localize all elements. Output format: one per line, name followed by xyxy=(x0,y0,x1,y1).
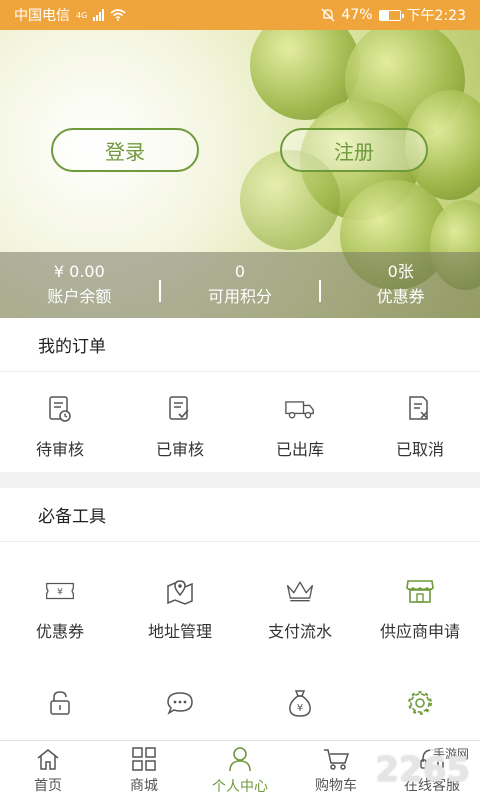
cancelled-icon xyxy=(405,394,435,424)
tool-coupons[interactable]: ¥ 优惠券 xyxy=(0,576,120,642)
tab-profile[interactable]: 个人中心 xyxy=(192,741,288,800)
tab-label: 首页 xyxy=(34,777,62,794)
pending-review-icon xyxy=(45,394,75,424)
clock: 下午2:23 xyxy=(406,8,466,24)
site-watermark: 2265 xyxy=(375,750,470,790)
tool-security[interactable] xyxy=(0,688,120,718)
grid-icon xyxy=(132,746,156,771)
order-status-label: 已审核 xyxy=(155,440,204,459)
coupon-icon: ¥ xyxy=(45,576,75,606)
tool-label: 地址管理 xyxy=(147,622,212,641)
login-button[interactable]: 登录 xyxy=(51,128,199,172)
crown-icon xyxy=(285,576,315,606)
tab-cart[interactable]: 购物车 xyxy=(288,741,384,800)
battery-icon xyxy=(378,9,404,21)
tab-label: 购物车 xyxy=(315,777,357,794)
status-bar: 中国电信 4G 47% 下午2:23 xyxy=(0,0,480,30)
order-pending-review[interactable]: 待审核 xyxy=(0,394,120,460)
tab-label: 商城 xyxy=(130,777,158,794)
coupons-stat[interactable]: 0张 优惠券 xyxy=(321,260,480,310)
tab-mall[interactable]: 商城 xyxy=(96,741,192,800)
tool-wallet[interactable]: ¥ xyxy=(240,688,360,718)
points-value: 0 xyxy=(234,262,246,281)
lock-icon xyxy=(45,688,75,718)
points-stat[interactable]: 0 可用积分 xyxy=(161,260,320,310)
coupons-value: 0张 xyxy=(387,262,414,281)
tab-home[interactable]: 首页 xyxy=(0,741,96,800)
orders-card: 我的订单 待审核 已审核 已出库 已取消 xyxy=(0,318,480,472)
tool-label: 供应商申请 xyxy=(379,622,460,641)
balance-value: ¥ 0.00 xyxy=(53,262,105,281)
svg-text:¥: ¥ xyxy=(57,586,63,597)
order-reviewed[interactable]: 已审核 xyxy=(120,394,240,460)
balance-stat[interactable]: ¥ 0.00 账户余额 xyxy=(0,260,159,310)
shipped-truck-icon xyxy=(285,394,315,424)
svg-text:¥: ¥ xyxy=(297,703,303,714)
gear-icon xyxy=(405,688,435,718)
chat-icon xyxy=(165,688,195,718)
profile-hero-banner: 登录 注册 ¥ 0.00 账户余额 0 可用积分 0张 优惠券 xyxy=(0,30,480,318)
map-pin-icon xyxy=(165,576,195,606)
tools-card: 必备工具 ¥ 优惠券 地址管理 支付流水 供应商申请 ¥ xyxy=(0,488,480,740)
signal-icon xyxy=(93,9,105,21)
tools-title: 必备工具 xyxy=(0,488,480,542)
orders-title: 我的订单 xyxy=(0,318,480,372)
battery-percent: 47% xyxy=(341,7,373,23)
reviewed-icon xyxy=(165,394,195,424)
tool-address-management[interactable]: 地址管理 xyxy=(120,576,240,642)
account-stats: ¥ 0.00 账户余额 0 可用积分 0张 优惠券 xyxy=(0,252,480,318)
wifi-icon xyxy=(110,9,126,21)
coupons-label: 优惠券 xyxy=(376,287,425,306)
order-shipped[interactable]: 已出库 xyxy=(240,394,360,460)
order-status-label: 已取消 xyxy=(395,440,444,459)
tool-label: 支付流水 xyxy=(267,622,332,641)
order-cancelled[interactable]: 已取消 xyxy=(360,394,480,460)
register-button[interactable]: 注册 xyxy=(280,128,428,172)
points-label: 可用积分 xyxy=(208,287,273,306)
network-label: 4G xyxy=(76,11,88,20)
order-status-label: 待审核 xyxy=(35,440,84,459)
tool-label: 优惠券 xyxy=(35,622,84,641)
tool-payment-records[interactable]: 支付流水 xyxy=(240,576,360,642)
carrier-label: 中国电信 xyxy=(14,8,70,24)
home-icon xyxy=(37,748,59,770)
person-icon xyxy=(229,746,251,771)
tool-settings[interactable] xyxy=(360,688,480,718)
cart-icon xyxy=(324,748,350,770)
balance-label: 账户余额 xyxy=(47,287,112,306)
tool-supplier-application[interactable]: 供应商申请 xyxy=(360,576,480,642)
tab-label: 个人中心 xyxy=(212,778,268,795)
money-bag-icon: ¥ xyxy=(285,688,315,718)
store-icon xyxy=(405,576,435,606)
order-status-label: 已出库 xyxy=(275,440,324,459)
mute-bell-icon xyxy=(321,8,335,22)
tool-messages[interactable] xyxy=(120,688,240,718)
